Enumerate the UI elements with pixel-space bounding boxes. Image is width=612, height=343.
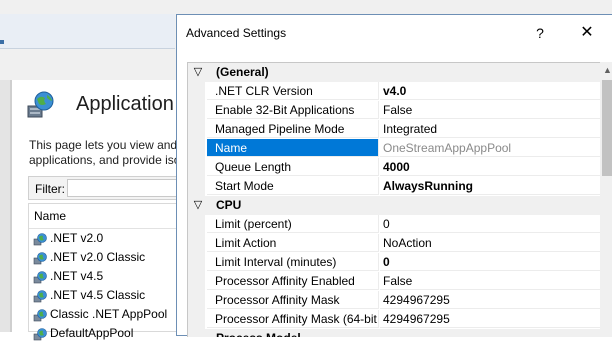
- close-button[interactable]: ✕: [570, 21, 604, 45]
- property-value[interactable]: NoAction: [380, 234, 612, 252]
- property-value[interactable]: 4000: [380, 158, 612, 176]
- app-pool-label: .NET v2.0: [50, 231, 104, 245]
- app-pool-item[interactable]: Classic .NET AppPool: [29, 305, 179, 324]
- category-row[interactable]: ▽ (General): [188, 63, 612, 82]
- property-grid-scrollbar[interactable]: ▲: [600, 62, 612, 337]
- address-bar-icon: [0, 40, 4, 44]
- globe-server-icon: [27, 91, 54, 118]
- property-row[interactable]: .NET CLR Version v4.0: [188, 82, 612, 101]
- app-pool-label: Classic .NET AppPool: [50, 307, 168, 321]
- app-pool-icon: [33, 327, 47, 340]
- property-name[interactable]: Queue Length: [207, 158, 379, 176]
- row-gutter: [188, 234, 205, 253]
- row-gutter: [188, 139, 205, 158]
- row-gutter: [188, 158, 205, 177]
- property-row[interactable]: Enable 32-Bit Applications False: [188, 101, 612, 120]
- property-name[interactable]: Limit (percent): [207, 215, 379, 233]
- property-row[interactable]: Processor Affinity Mask 4294967295: [188, 291, 612, 310]
- property-row[interactable]: Limit Action NoAction: [188, 234, 612, 253]
- app-pool-label: .NET v4.5 Classic: [50, 288, 146, 302]
- property-name[interactable]: Name: [207, 139, 379, 157]
- property-value[interactable]: AlwaysRunning: [380, 177, 612, 195]
- property-name[interactable]: Limit Action: [207, 234, 379, 252]
- category-row[interactable]: ▽ CPU: [188, 196, 612, 215]
- row-gutter: [188, 120, 205, 139]
- row-gutter: [188, 82, 205, 101]
- property-name[interactable]: Limit Interval (minutes): [207, 253, 379, 271]
- address-bar: [0, 14, 175, 49]
- row-gutter: [188, 253, 205, 272]
- property-grid: ▽ (General) .NET CLR Version v4.0 Enable 32-…: [187, 62, 612, 337]
- help-button[interactable]: ?: [523, 21, 557, 45]
- property-value[interactable]: 0: [380, 215, 612, 233]
- app-pool-label: DefaultAppPool: [50, 326, 134, 340]
- property-name[interactable]: Processor Affinity Mask: [207, 291, 379, 309]
- property-value[interactable]: v4.0: [380, 82, 612, 100]
- scroll-thumb[interactable]: [602, 80, 612, 176]
- description-line-1: This page lets you view and: [29, 138, 178, 152]
- filter-bar: Filter:: [28, 176, 180, 200]
- property-value[interactable]: False: [380, 101, 612, 119]
- property-row[interactable]: Limit Interval (minutes) 0: [188, 253, 612, 272]
- scroll-up-arrow-icon[interactable]: ▲: [600, 62, 612, 79]
- property-row[interactable]: Limit (percent) 0: [188, 215, 612, 234]
- filter-label: Filter:: [35, 182, 65, 196]
- connections-pane-edge: [0, 80, 11, 332]
- property-value[interactable]: 4294967295: [380, 291, 612, 309]
- app-pool-icon: [33, 289, 47, 302]
- property-row[interactable]: Managed Pipeline Mode Integrated: [188, 120, 612, 139]
- property-value[interactable]: False: [380, 272, 612, 290]
- property-row[interactable]: Processor Affinity Mask (64-bit option)4…: [188, 310, 612, 329]
- app-pool-item[interactable]: .NET v4.5: [29, 267, 179, 286]
- app-pool-icon: [33, 308, 47, 321]
- property-value[interactable]: OneStreamAppAppPool: [380, 139, 612, 157]
- app-pool-label: .NET v2.0 Classic: [50, 250, 146, 264]
- property-name[interactable]: Processor Affinity Enabled: [207, 272, 379, 290]
- row-gutter: [188, 291, 205, 310]
- category-label: CPU: [216, 198, 242, 212]
- app-pool-icon: [33, 270, 47, 283]
- dialog-titlebar: Advanced Settings ? ✕: [177, 15, 612, 49]
- property-value[interactable]: Integrated: [380, 120, 612, 138]
- row-gutter: [188, 101, 205, 120]
- property-value[interactable]: 0: [380, 253, 612, 271]
- app-pool-list: Name .NET v2.0 .NET v2.0 Classic .NET v4.5…: [28, 203, 180, 340]
- description-line-2: applications, and provide iso: [29, 153, 179, 167]
- property-row[interactable]: Queue Length 4000: [188, 158, 612, 177]
- property-row[interactable]: Processor Affinity Enabled False: [188, 272, 612, 291]
- advanced-settings-dialog: Advanced Settings ? ✕ ▽ (General) .NET CLR…: [176, 14, 612, 337]
- property-name[interactable]: Processor Affinity Mask (64-bit option): [207, 310, 379, 328]
- collapse-chevron-icon[interactable]: ▽: [192, 196, 204, 215]
- app-pool-item[interactable]: .NET v2.0 Classic: [29, 248, 179, 267]
- app-pool-item[interactable]: .NET v2.0: [29, 229, 179, 248]
- property-name[interactable]: Start Mode: [207, 177, 379, 195]
- category-row-partial[interactable]: Process Model: [188, 329, 612, 337]
- page-description: This page lets you view and applications…: [29, 138, 179, 168]
- property-name[interactable]: Managed Pipeline Mode: [207, 120, 379, 138]
- app-pool-item[interactable]: DefaultAppPool: [29, 324, 179, 343]
- dialog-title: Advanced Settings: [186, 26, 287, 40]
- category-label: Process Model: [216, 329, 301, 337]
- app-pool-icon: [33, 251, 47, 264]
- collapse-chevron-icon[interactable]: ▽: [192, 63, 204, 82]
- category-label: (General): [216, 65, 269, 79]
- filter-input[interactable]: [67, 179, 179, 197]
- page-title: Application: [76, 93, 174, 115]
- property-row[interactable]: Start Mode AlwaysRunning: [188, 177, 612, 196]
- property-name[interactable]: Enable 32-Bit Applications: [207, 101, 379, 119]
- row-gutter: [188, 215, 205, 234]
- app-pool-item[interactable]: .NET v4.5 Classic: [29, 286, 179, 305]
- property-row[interactable]: Name OneStreamAppAppPool: [188, 139, 612, 158]
- row-gutter: [188, 177, 205, 196]
- property-name[interactable]: .NET CLR Version: [207, 82, 379, 100]
- row-gutter: [188, 272, 205, 291]
- row-gutter: [188, 310, 205, 329]
- property-value[interactable]: 4294967295: [380, 310, 612, 328]
- app-pool-label: .NET v4.5: [50, 269, 104, 283]
- app-pool-icon: [33, 232, 47, 245]
- list-header-name[interactable]: Name: [29, 204, 179, 229]
